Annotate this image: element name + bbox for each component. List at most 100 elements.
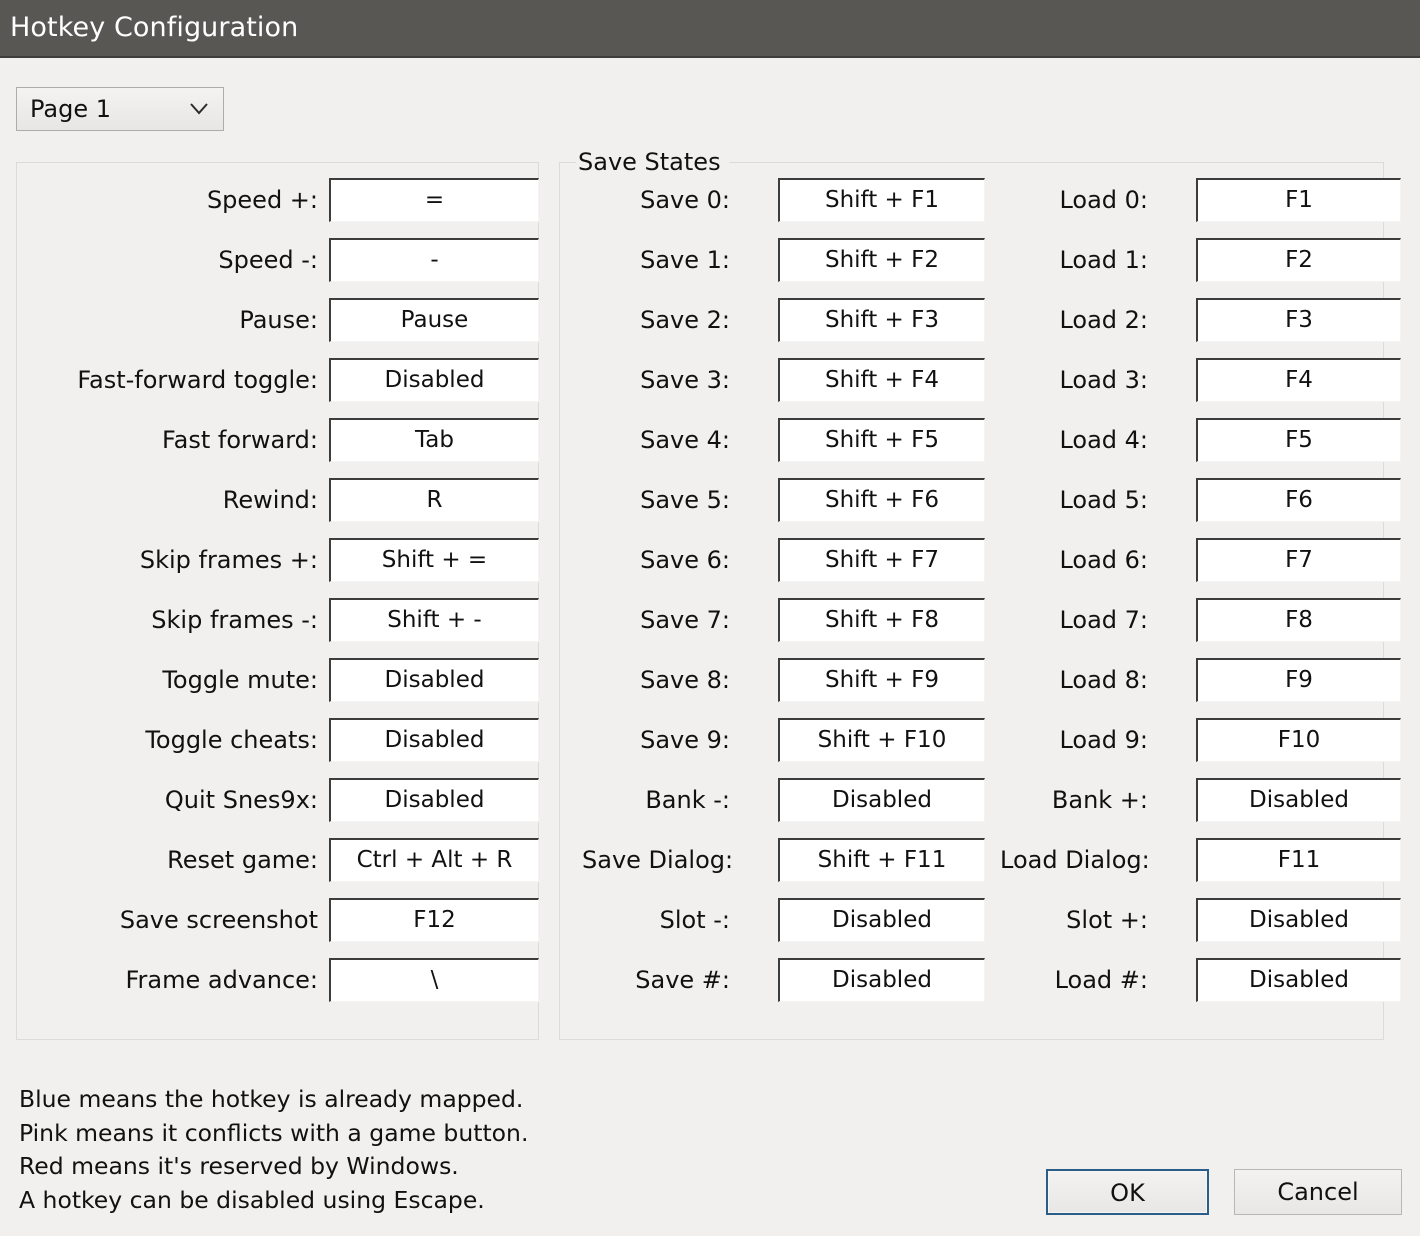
save-hotkey-label: Save 0: xyxy=(640,186,730,214)
hotkey-label: Toggle cheats: xyxy=(145,726,318,754)
hotkey-value: Disabled xyxy=(384,787,485,813)
save-hotkey-input[interactable]: Shift + F9 xyxy=(778,658,985,702)
save-hotkey-input[interactable]: Shift + F6 xyxy=(778,478,985,522)
page-select-value: Page 1 xyxy=(30,95,111,123)
save-hotkey-value: Disabled xyxy=(832,787,932,813)
load-hotkey-value: F6 xyxy=(1285,487,1313,513)
save-states-group-title: Save States xyxy=(576,147,729,177)
load-hotkey-input[interactable]: F4 xyxy=(1196,358,1401,402)
save-hotkey-value: Shift + F4 xyxy=(824,367,940,393)
load-hotkey-label: Load 3: xyxy=(1059,366,1148,394)
hotkey-input[interactable]: Pause xyxy=(329,298,539,342)
save-hotkey-value: Shift + F3 xyxy=(824,307,940,333)
save-hotkey-label: Save 5: xyxy=(640,486,730,514)
load-hotkey-input[interactable]: Disabled xyxy=(1196,898,1401,942)
save-hotkey-input[interactable]: Shift + F10 xyxy=(778,718,985,762)
load-hotkey-value: Disabled xyxy=(1249,967,1349,993)
load-hotkey-value: F8 xyxy=(1285,607,1313,633)
save-hotkey-input[interactable]: Shift + F7 xyxy=(778,538,985,582)
hotkey-input[interactable]: = xyxy=(329,178,539,222)
hotkey-input[interactable]: Disabled xyxy=(329,658,539,702)
save-hotkey-value: Shift + F1 xyxy=(824,187,940,213)
hotkey-value: Tab xyxy=(415,427,454,453)
help-line: A hotkey can be disabled using Escape. xyxy=(19,1185,485,1214)
load-hotkey-value: F4 xyxy=(1285,367,1313,393)
load-hotkey-value: F11 xyxy=(1277,847,1321,873)
load-hotkey-label: Bank +: xyxy=(1051,786,1148,814)
save-hotkey-input[interactable]: Shift + F2 xyxy=(778,238,985,282)
load-hotkey-value: F3 xyxy=(1285,307,1313,333)
load-hotkey-input[interactable]: F10 xyxy=(1196,718,1401,762)
hotkey-value: Disabled xyxy=(384,727,485,753)
hotkey-input[interactable]: Shift + = xyxy=(329,538,539,582)
load-hotkey-value: Disabled xyxy=(1249,787,1349,813)
save-hotkey-input[interactable]: Shift + F5 xyxy=(778,418,985,462)
hotkey-label: Save screenshot xyxy=(119,906,318,934)
hotkey-input[interactable]: R xyxy=(329,478,539,522)
hotkey-input[interactable]: Disabled xyxy=(329,778,539,822)
hotkey-label: Rewind: xyxy=(222,486,318,514)
save-hotkey-value: Shift + F11 xyxy=(817,847,947,873)
load-hotkey-input[interactable]: Disabled xyxy=(1196,778,1401,822)
load-hotkey-label: Load #: xyxy=(1054,966,1148,994)
save-hotkey-input[interactable]: Shift + F4 xyxy=(778,358,985,402)
save-hotkey-label: Save 4: xyxy=(640,426,730,454)
hotkey-input[interactable]: - xyxy=(329,238,539,282)
save-hotkey-value: Shift + F5 xyxy=(824,427,940,453)
load-hotkey-input[interactable]: F5 xyxy=(1196,418,1401,462)
ok-button-label: OK xyxy=(1110,1179,1145,1207)
load-hotkey-input[interactable]: F3 xyxy=(1196,298,1401,342)
hotkey-value: R xyxy=(426,487,443,513)
load-hotkey-value: F1 xyxy=(1285,187,1313,213)
hotkey-label: Fast forward: xyxy=(162,426,318,454)
hotkey-value: F12 xyxy=(413,907,456,933)
hotkey-value: Shift + - xyxy=(387,607,482,633)
hotkey-input[interactable]: Disabled xyxy=(329,358,539,402)
save-hotkey-value: Shift + F9 xyxy=(824,667,940,693)
load-hotkey-label: Load 1: xyxy=(1059,246,1148,274)
hotkey-input[interactable]: F12 xyxy=(329,898,539,942)
save-hotkey-label: Save 3: xyxy=(640,366,730,394)
save-hotkey-value: Disabled xyxy=(832,907,932,933)
save-hotkey-input[interactable]: Disabled xyxy=(778,898,985,942)
load-hotkey-input[interactable]: F7 xyxy=(1196,538,1401,582)
hotkey-value: Shift + = xyxy=(381,547,488,573)
hotkey-label: Frame advance: xyxy=(125,966,318,994)
hotkey-value: \ xyxy=(430,967,439,993)
save-hotkey-label: Bank -: xyxy=(645,786,730,814)
load-hotkey-input[interactable]: F1 xyxy=(1196,178,1401,222)
load-hotkey-input[interactable]: Disabled xyxy=(1196,958,1401,1002)
hotkey-input[interactable]: Ctrl + Alt + R xyxy=(329,838,539,882)
load-hotkey-input[interactable]: F8 xyxy=(1196,598,1401,642)
load-hotkey-input[interactable]: F11 xyxy=(1196,838,1401,882)
load-hotkey-value: Disabled xyxy=(1249,907,1349,933)
hotkey-input[interactable]: \ xyxy=(329,958,539,1002)
hotkey-input[interactable]: Shift + - xyxy=(329,598,539,642)
load-hotkey-input[interactable]: F6 xyxy=(1196,478,1401,522)
chevron-down-icon xyxy=(189,101,209,117)
hotkey-label: Fast-forward toggle: xyxy=(77,366,318,394)
load-hotkey-input[interactable]: F9 xyxy=(1196,658,1401,702)
save-hotkey-input[interactable]: Disabled xyxy=(778,958,985,1002)
save-hotkey-label: Save Dialog: xyxy=(582,846,734,874)
load-hotkey-label: Load 8: xyxy=(1059,666,1148,694)
save-hotkey-input[interactable]: Shift + F3 xyxy=(778,298,985,342)
hotkey-label: Pause: xyxy=(239,306,318,334)
save-hotkey-value: Shift + F10 xyxy=(817,727,947,753)
save-hotkey-input[interactable]: Disabled xyxy=(778,778,985,822)
hotkey-label: Skip frames -: xyxy=(151,606,318,634)
save-hotkey-input[interactable]: Shift + F1 xyxy=(778,178,985,222)
save-hotkey-label: Save 8: xyxy=(640,666,730,694)
hotkey-value: Disabled xyxy=(384,367,485,393)
cancel-button[interactable]: Cancel xyxy=(1234,1169,1402,1215)
save-hotkey-input[interactable]: Shift + F11 xyxy=(778,838,985,882)
ok-button[interactable]: OK xyxy=(1046,1169,1209,1215)
hotkey-value: - xyxy=(430,247,439,273)
help-line: Red means it's reserved by Windows. xyxy=(19,1152,459,1180)
hotkey-input[interactable]: Tab xyxy=(329,418,539,462)
hotkey-label: Speed -: xyxy=(218,246,318,274)
page-select-dropdown[interactable]: Page 1 xyxy=(16,87,224,131)
hotkey-input[interactable]: Disabled xyxy=(329,718,539,762)
load-hotkey-input[interactable]: F2 xyxy=(1196,238,1401,282)
save-hotkey-input[interactable]: Shift + F8 xyxy=(778,598,985,642)
